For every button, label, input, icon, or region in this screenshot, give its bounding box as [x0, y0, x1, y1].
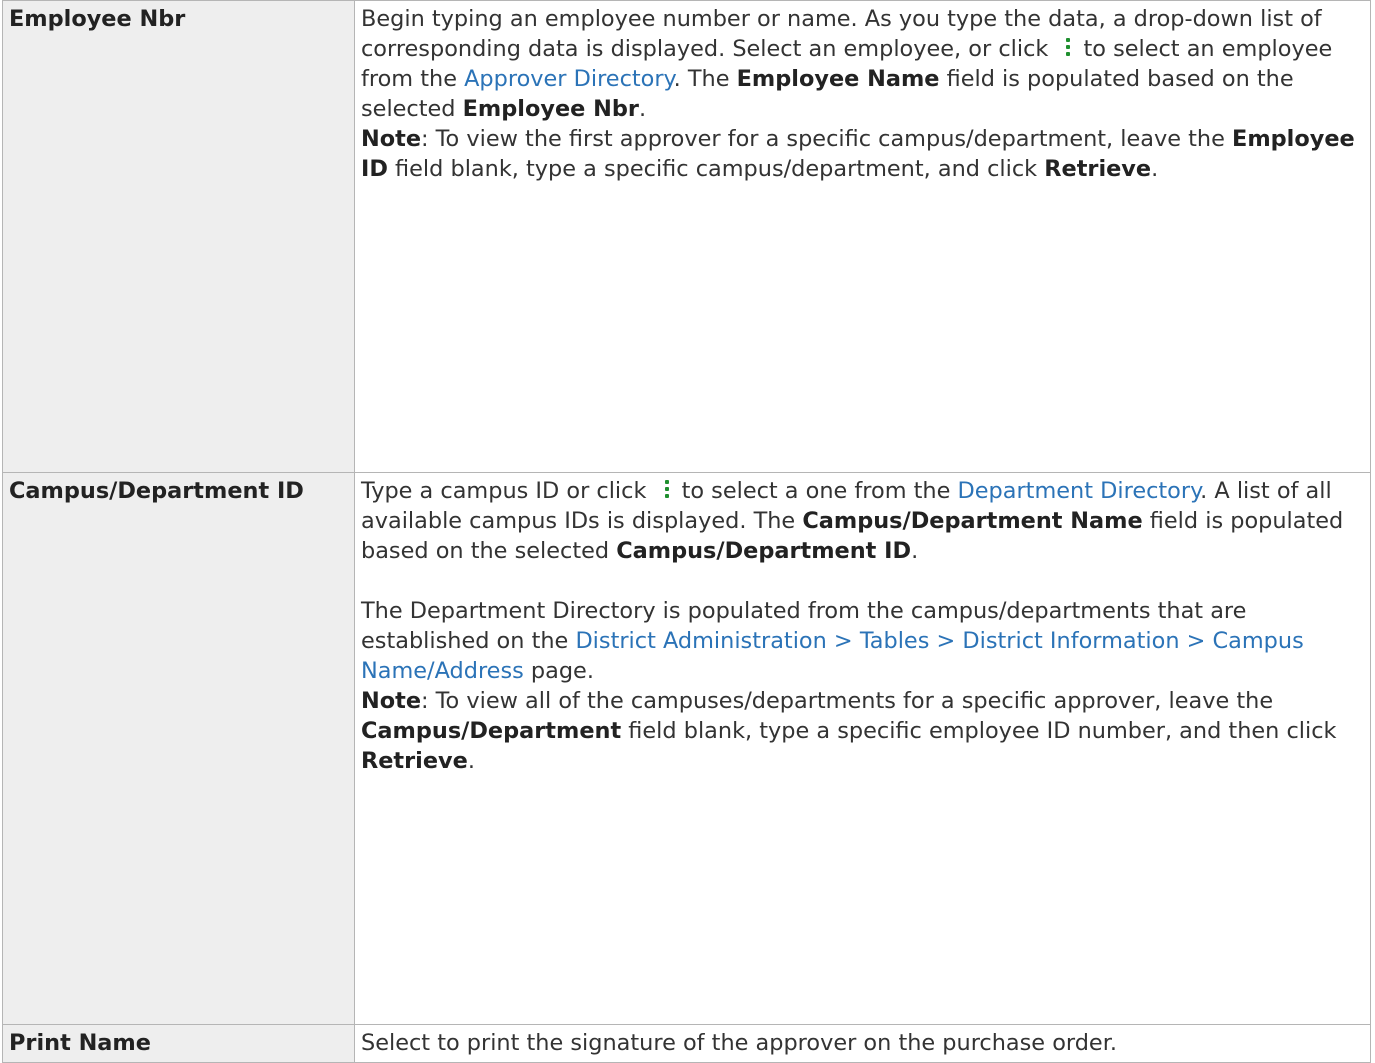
note-paragraph: Note: To view all of the campuses/depart…	[361, 686, 1364, 776]
description-text: to select a one from the	[681, 478, 951, 504]
description-text: .	[911, 538, 919, 564]
field-description-employee-nbr: Begin typing an employee number or name.…	[354, 0, 1371, 473]
field-name-emphasis: Campus/Department Name	[802, 508, 1143, 534]
note-label: Note	[361, 688, 422, 714]
note-text: : To view all of the campuses/department…	[421, 688, 1274, 714]
vertical-ellipsis-lookup-icon[interactable]	[1057, 36, 1079, 58]
field-name-emphasis: Campus/Department ID	[616, 538, 912, 564]
field-label-employee-nbr: Employee Nbr	[2, 0, 355, 473]
description-paragraph: Begin typing an employee number or name.…	[361, 4, 1364, 124]
field-description-campus-department-id: Type a campus ID or click to select a on…	[354, 472, 1371, 1025]
retrieve-emphasis: Retrieve	[361, 748, 468, 774]
description-text: . The	[673, 66, 730, 92]
field-name-emphasis: Campus/Department	[361, 718, 622, 744]
description-text: Type a campus ID or click	[361, 478, 647, 504]
description-text: page.	[530, 658, 594, 684]
description-paragraph: The Department Directory is populated fr…	[361, 596, 1364, 686]
note-label: Note	[361, 126, 422, 152]
field-label-print-name: Print Name	[2, 1024, 355, 1063]
note-text: field blank, type a specific employee ID…	[628, 718, 1337, 744]
note-text: .	[467, 748, 475, 774]
note-text: field blank, type a specific campus/depa…	[395, 156, 1038, 182]
field-name-emphasis: Employee Nbr	[462, 96, 639, 122]
vertical-ellipsis-lookup-icon[interactable]	[656, 478, 678, 500]
note-text: : To view the first approver for a speci…	[421, 126, 1225, 152]
field-description-table: Employee Nbr Begin typing an employee nu…	[2, 0, 1371, 1063]
table-row: Print Name Select to print the signature…	[2, 1024, 1371, 1063]
approver-directory-link[interactable]: Approver Directory	[464, 66, 674, 92]
note-paragraph: Note: To view the first approver for a s…	[361, 124, 1364, 184]
table-row: Campus/Department ID Type a campus ID or…	[2, 472, 1371, 1025]
description-text: .	[638, 96, 647, 122]
description-paragraph: Type a campus ID or click to select a on…	[361, 476, 1364, 566]
field-label-campus-department-id: Campus/Department ID	[2, 472, 355, 1025]
department-directory-link[interactable]: Department Directory	[958, 478, 1201, 504]
note-text: .	[1151, 156, 1159, 182]
field-name-emphasis: Employee Name	[736, 66, 940, 92]
field-description-print-name: Select to print the signature of the app…	[354, 1024, 1371, 1063]
table-row: Employee Nbr Begin typing an employee nu…	[2, 0, 1371, 473]
retrieve-emphasis: Retrieve	[1044, 156, 1152, 182]
